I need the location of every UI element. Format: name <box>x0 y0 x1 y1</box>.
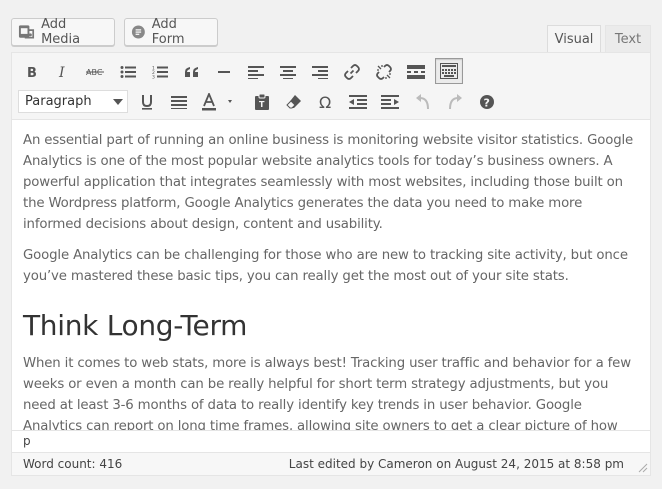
content-paragraph: Google Analytics can be challenging for … <box>23 248 628 284</box>
help-icon[interactable]: ? <box>474 89 500 115</box>
align-right-icon[interactable] <box>307 59 333 85</box>
special-character-icon[interactable]: Ω <box>313 89 339 115</box>
add-media-button[interactable]: Add Media <box>11 17 115 47</box>
toolbar-toggle-icon[interactable] <box>435 58 463 84</box>
align-left-icon[interactable] <box>243 59 269 85</box>
resize-handle-icon[interactable] <box>638 463 648 473</box>
content-paragraph: An essential part of running an online b… <box>23 133 634 232</box>
redo-icon[interactable] <box>442 89 468 115</box>
path-element[interactable]: p <box>23 434 31 448</box>
undo-icon[interactable] <box>410 89 436 115</box>
indent-icon[interactable] <box>377 89 403 115</box>
outdent-icon[interactable] <box>345 89 371 115</box>
numbered-list-icon[interactable]: 123 <box>147 59 173 85</box>
bulleted-list-icon[interactable] <box>115 59 141 85</box>
svg-text:T: T <box>259 100 265 109</box>
strikethrough-icon[interactable]: ABC <box>82 59 108 85</box>
underline-icon[interactable] <box>134 89 160 115</box>
paste-as-text-icon[interactable]: T <box>249 89 275 115</box>
editor-content[interactable]: An essential part of running an online b… <box>12 120 650 430</box>
last-edited: Last edited by Cameron on August 24, 201… <box>288 457 624 471</box>
tab-visual[interactable]: Visual <box>547 25 601 52</box>
editor-toolbar: B I ABC 123 Paragraph T Ω ? <box>12 53 650 120</box>
tab-text[interactable]: Text <box>605 25 651 52</box>
blockquote-icon[interactable] <box>179 59 205 85</box>
format-select[interactable]: Paragraph <box>18 90 128 113</box>
svg-text:?: ? <box>484 97 490 110</box>
element-path[interactable]: p <box>12 430 650 452</box>
horizontal-line-icon[interactable] <box>211 59 237 85</box>
justify-icon[interactable] <box>166 89 192 115</box>
form-icon <box>131 25 145 39</box>
chevron-down-icon <box>113 99 123 105</box>
content-heading: Think Long-Term <box>23 309 248 342</box>
insert-link-icon[interactable] <box>339 59 365 85</box>
add-media-label: Add Media <box>41 17 81 47</box>
italic-icon[interactable]: I <box>50 59 76 85</box>
svg-text:I: I <box>58 65 65 79</box>
editor: B I ABC 123 Paragraph T Ω ? An essential… <box>11 52 651 476</box>
bold-icon[interactable]: B <box>19 59 45 85</box>
word-count: Word count: 416 <box>23 457 123 471</box>
svg-text:Ω: Ω <box>319 94 331 110</box>
content-paragraph: When it comes to web stats, more is alwa… <box>23 356 631 430</box>
svg-text:3: 3 <box>152 75 155 80</box>
status-bar: Word count: 416 Last edited by Cameron o… <box>12 452 650 475</box>
read-more-icon[interactable] <box>403 59 429 85</box>
add-form-button[interactable]: Add Form <box>124 17 218 47</box>
svg-text:B: B <box>27 66 37 79</box>
align-center-icon[interactable] <box>275 59 301 85</box>
clear-formatting-icon[interactable] <box>281 89 307 115</box>
remove-link-icon[interactable] <box>371 59 397 85</box>
format-select-value: Paragraph <box>25 94 92 109</box>
add-form-label: Add Form <box>151 17 185 47</box>
text-color-icon[interactable] <box>198 89 238 115</box>
media-icon <box>18 25 35 39</box>
